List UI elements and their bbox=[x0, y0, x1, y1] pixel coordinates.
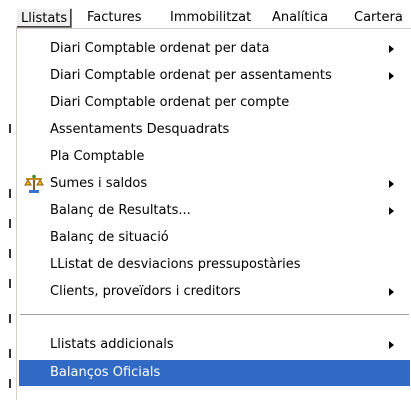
edge-mark bbox=[9, 349, 11, 358]
submenu-arrow-icon bbox=[389, 180, 394, 188]
menu-item-label: Llistats addicionals bbox=[50, 337, 174, 352]
menu-item-llistats-addicionals[interactable]: Llistats addicionals bbox=[19, 332, 410, 358]
menu-item-label: LListat de desviacions pressupostàries bbox=[50, 257, 301, 272]
edge-mark bbox=[9, 249, 11, 258]
menu-item-label: Clients, proveïdors i creditors bbox=[50, 284, 241, 299]
edge-mark bbox=[9, 189, 11, 198]
menu-item-diari-compte[interactable]: Diari Comptable ordenat per compte bbox=[19, 90, 410, 116]
menu-analitica[interactable]: Analítica bbox=[268, 8, 332, 28]
edge-mark bbox=[9, 219, 11, 228]
submenu-arrow-icon bbox=[389, 207, 394, 215]
menu-cartera[interactable]: Cartera bbox=[350, 8, 407, 28]
menu-item-assentaments-desquadrats[interactable]: Assentaments Desquadrats bbox=[19, 117, 410, 143]
menu-factures[interactable]: Factures bbox=[83, 8, 146, 28]
edge-mark bbox=[9, 124, 11, 133]
menu-item-balancos-oficials[interactable]: Balanços Oficials bbox=[19, 360, 410, 386]
llistats-dropdown-menu: Diari Comptable ordenat per data Diari C… bbox=[16, 28, 411, 400]
menu-item-label: Assentaments Desquadrats bbox=[50, 122, 230, 137]
menu-item-label: Diari Comptable ordenat per assentaments bbox=[50, 68, 332, 83]
background-window-edge bbox=[0, 29, 14, 400]
submenu-arrow-icon bbox=[389, 72, 394, 80]
menu-bar: Llistats Factures Immobilitzat Analítica… bbox=[0, 0, 411, 29]
menu-item-pla-comptable[interactable]: Pla Comptable bbox=[19, 144, 410, 170]
menu-item-label: Diari Comptable ordenat per data bbox=[50, 41, 270, 56]
scales-icon bbox=[23, 174, 45, 194]
submenu-arrow-icon bbox=[389, 45, 394, 53]
submenu-arrow-icon bbox=[389, 288, 394, 296]
menu-item-diari-assentaments[interactable]: Diari Comptable ordenat per assentaments bbox=[19, 63, 410, 89]
edge-mark bbox=[9, 379, 11, 388]
menu-item-sumes-saldos[interactable]: Sumes i saldos bbox=[19, 171, 410, 197]
menu-item-balanc-resultats[interactable]: Balanç de Resultats... bbox=[19, 198, 410, 224]
submenu-arrow-icon bbox=[389, 341, 394, 349]
menu-llistats[interactable]: Llistats bbox=[16, 8, 73, 28]
menu-immobilitzat[interactable]: Immobilitzat bbox=[166, 8, 255, 28]
menu-item-label: Sumes i saldos bbox=[50, 176, 148, 191]
edge-mark bbox=[9, 314, 11, 323]
menu-item-label: Balanç de situació bbox=[50, 230, 169, 245]
menu-item-label: Balanç de Resultats... bbox=[50, 203, 191, 218]
menu-item-desviacions[interactable]: LListat de desviacions pressupostàries bbox=[19, 252, 410, 278]
menu-item-label: Pla Comptable bbox=[50, 149, 145, 164]
edge-mark bbox=[9, 279, 11, 288]
menu-separator bbox=[20, 314, 409, 316]
menu-item-label: Diari Comptable ordenat per compte bbox=[50, 95, 290, 110]
menu-item-balanc-situacio[interactable]: Balanç de situació bbox=[19, 225, 410, 251]
menu-item-clients-proveidors[interactable]: Clients, proveïdors i creditors bbox=[19, 279, 410, 305]
menu-item-diari-data[interactable]: Diari Comptable ordenat per data bbox=[19, 36, 410, 62]
menu-item-label: Balanços Oficials bbox=[50, 365, 161, 380]
